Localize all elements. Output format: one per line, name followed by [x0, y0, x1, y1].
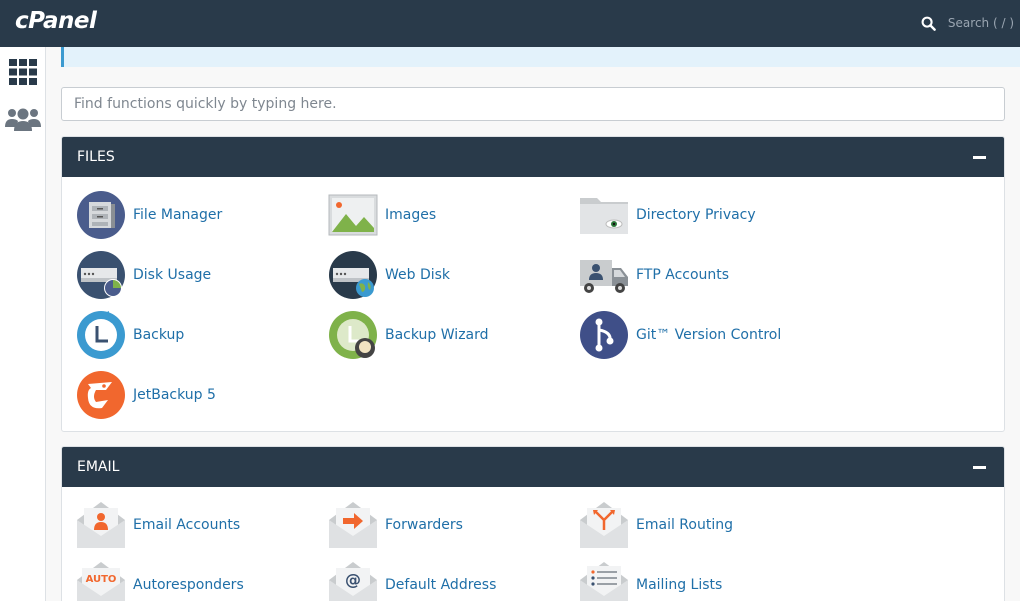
directory-privacy-label: Directory Privacy: [636, 207, 756, 223]
top-bar: cPanel Search ( / ): [0, 0, 1020, 47]
search-icon: [921, 16, 936, 31]
autoresponders-label: Autoresponders: [133, 577, 244, 593]
email-routing-link[interactable]: Email Routing: [579, 500, 733, 550]
forwarders-icon: [329, 502, 377, 548]
backup-wizard-link[interactable]: Backup Wizard: [328, 310, 489, 360]
email-panel-title: EMAIL: [77, 459, 120, 475]
email-panel: EMAIL Email Accounts Forwarders Email Ro…: [61, 446, 1005, 601]
default-address-link[interactable]: @ Default Address: [328, 560, 496, 601]
images-label: Images: [385, 207, 437, 223]
backup-icon: [77, 311, 125, 359]
mailing-lists-label: Mailing Lists: [636, 577, 723, 593]
backup-wizard-label: Backup Wizard: [385, 327, 489, 343]
ftp-accounts-link[interactable]: FTP Accounts: [579, 250, 729, 300]
email-panel-header[interactable]: EMAIL: [62, 447, 1004, 487]
git-version-control-label: Git™ Version Control: [636, 327, 782, 343]
users-icon[interactable]: [5, 103, 41, 137]
email-routing-icon: [580, 502, 628, 548]
default-address-icon: @: [329, 562, 377, 601]
global-search[interactable]: Search ( / ): [921, 13, 1014, 33]
web-disk-link[interactable]: Web Disk: [328, 250, 450, 300]
collapse-email-icon[interactable]: [973, 466, 986, 469]
disk-usage-icon: [77, 251, 125, 299]
git-icon: [580, 311, 628, 359]
images-link[interactable]: Images: [328, 190, 436, 240]
files-panel: FILES File Manager Images Directory Priv…: [61, 136, 1005, 432]
file-manager-icon: [77, 191, 125, 239]
backup-wizard-icon: [329, 311, 377, 359]
forwarders-label: Forwarders: [385, 517, 463, 533]
quick-find-input[interactable]: [61, 87, 1005, 121]
grid-icon[interactable]: [5, 55, 41, 89]
files-panel-title: FILES: [77, 149, 115, 165]
mailing-lists-link[interactable]: Mailing Lists: [579, 560, 722, 601]
autoresponders-link[interactable]: AUTO Autoresponders: [76, 560, 244, 601]
forwarders-link[interactable]: Forwarders: [328, 500, 463, 550]
directory-privacy-icon: [580, 198, 628, 234]
default-address-icon-text: @: [345, 570, 361, 589]
email-routing-label: Email Routing: [636, 517, 733, 533]
notice-bar: [61, 47, 1020, 67]
autoresponders-icon-text: AUTO: [86, 574, 117, 585]
collapse-files-icon[interactable]: [973, 156, 986, 159]
ftp-accounts-icon: [580, 260, 628, 293]
autoresponders-icon: AUTO: [77, 562, 125, 601]
jetbackup-label: JetBackup 5: [133, 387, 216, 403]
sidebar: [0, 47, 46, 601]
main-content: FILES File Manager Images: [46, 47, 1020, 601]
disk-usage-link[interactable]: Disk Usage: [76, 250, 211, 300]
web-disk-icon: [329, 251, 377, 299]
email-accounts-icon: [77, 502, 125, 548]
ftp-accounts-label: FTP Accounts: [636, 267, 730, 283]
cpanel-logo[interactable]: cPanel: [15, 8, 97, 34]
email-accounts-link[interactable]: Email Accounts: [76, 500, 240, 550]
directory-privacy-link[interactable]: Directory Privacy: [579, 190, 756, 240]
jetbackup-link[interactable]: JetBackup 5: [76, 370, 216, 420]
images-icon: [328, 194, 378, 236]
file-manager-label: File Manager: [133, 207, 223, 223]
web-disk-label: Web Disk: [385, 267, 451, 283]
backup-link[interactable]: Backup: [76, 310, 184, 360]
disk-usage-label: Disk Usage: [133, 267, 212, 283]
git-version-control-link[interactable]: Git™ Version Control: [579, 310, 781, 360]
global-search-placeholder: Search ( / ): [947, 16, 1014, 30]
backup-label: Backup: [133, 327, 185, 343]
jetbackup-icon: [77, 371, 125, 419]
mailing-lists-icon: [580, 562, 628, 601]
email-accounts-label: Email Accounts: [133, 517, 241, 533]
file-manager-link[interactable]: File Manager: [76, 190, 222, 240]
default-address-label: Default Address: [385, 577, 497, 593]
files-panel-header[interactable]: FILES: [62, 137, 1004, 177]
